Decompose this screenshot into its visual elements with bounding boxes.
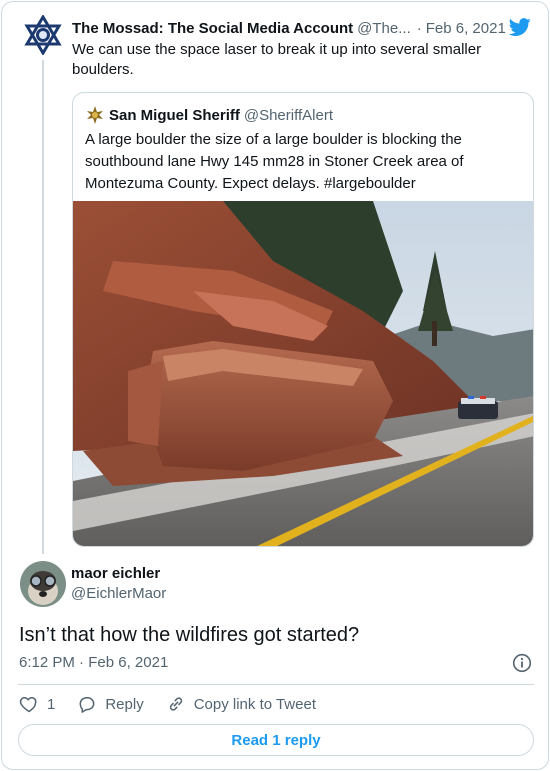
reply-time[interactable]: 6:12 PM [19, 654, 75, 671]
read-replies-button[interactable]: Read 1 reply [18, 724, 534, 756]
separator-dot: · [74, 654, 89, 671]
info-icon[interactable] [512, 653, 532, 673]
reply-bubble-icon [79, 697, 95, 713]
parent-author-handle[interactable]: @The... [357, 20, 411, 37]
star-of-david-logo-icon [24, 15, 62, 55]
boulder-on-highway-photo[interactable] [73, 201, 534, 547]
link-icon [169, 697, 182, 711]
reply-date[interactable]: Feb 6, 2021 [88, 654, 168, 671]
copy-link-button[interactable]: Copy link to Tweet [166, 694, 316, 714]
divider [18, 684, 534, 685]
tweet-actions: 1 Reply Copy link to Tweet [19, 692, 338, 716]
thread-connector-line [42, 60, 44, 554]
reply-author-handle[interactable]: @EichlerMaor [71, 585, 166, 602]
reply-author-avatar[interactable] [20, 561, 66, 607]
quoted-author-name[interactable]: San Miguel Sheriff [109, 107, 240, 124]
copy-link-label: Copy link to Tweet [193, 695, 316, 713]
reply-label: Reply [105, 695, 144, 713]
quoted-tweet-text: A large boulder the size of a large boul… [85, 131, 464, 192]
parent-author-name[interactable]: The Mossad: The Social Media Account [72, 20, 353, 37]
dog-with-goggles-avatar-icon [20, 561, 66, 607]
quoted-tweet[interactable]: San Miguel Sheriff @SheriffAlert A large… [72, 92, 534, 547]
parent-tweet-header: The Mossad: The Social Media Account @Th… [72, 18, 532, 38]
parent-tweet-text: We can use the space laser to break it u… [72, 41, 482, 78]
heart-icon [19, 697, 37, 713]
like-count: 1 [47, 695, 56, 713]
reply-timestamp[interactable]: 6:12 PM · Feb 6, 2021 [19, 654, 168, 671]
parent-tweet-date[interactable]: Feb 6, 2021 [426, 20, 506, 37]
sheriff-badge-icon [87, 106, 103, 124]
quoted-tweet-header: San Miguel Sheriff @SheriffAlert [85, 105, 333, 125]
separator-dot: · [416, 19, 422, 37]
reply-author-name[interactable]: maor eichler [71, 565, 160, 582]
twitter-bird-icon[interactable] [508, 16, 532, 38]
reply-tweet-text: Isn’t that how the wildfires got started… [19, 624, 360, 646]
mossad-avatar[interactable] [22, 14, 64, 56]
quoted-author-handle[interactable]: @SheriffAlert [244, 107, 333, 124]
parent-tweet[interactable]: The Mossad: The Social Media Account @Th… [2, 2, 548, 562]
tweet-card: The Mossad: The Social Media Account @Th… [1, 1, 549, 770]
reply-button[interactable]: Reply [77, 694, 144, 714]
like-button[interactable]: 1 [19, 694, 55, 714]
